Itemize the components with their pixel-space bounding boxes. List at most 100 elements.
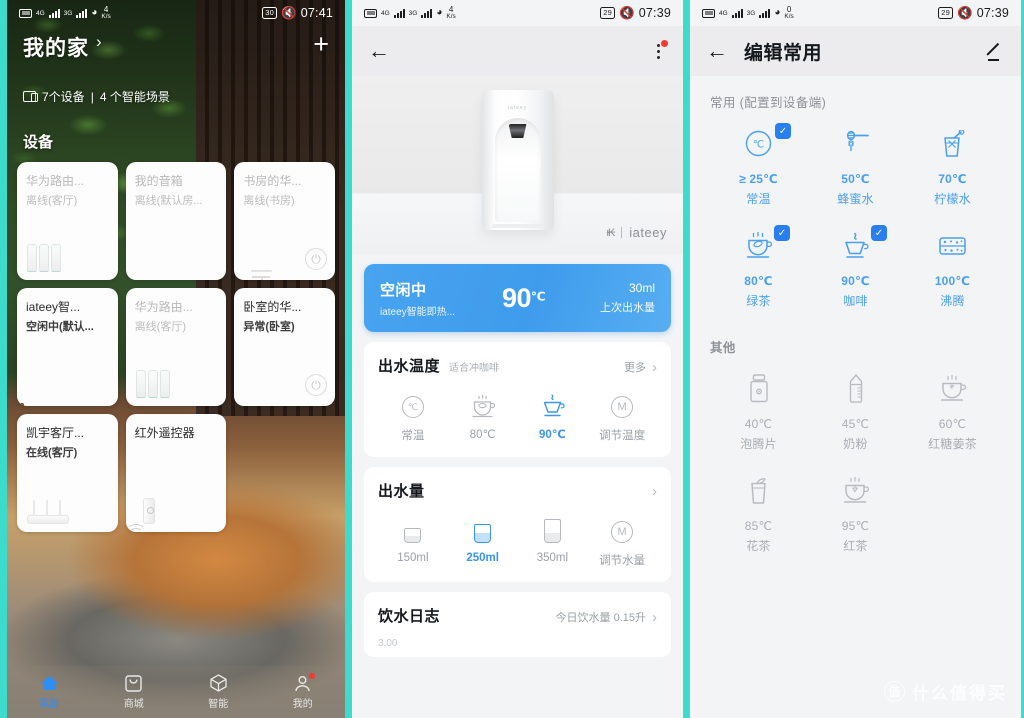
status-bar-right-icons: 29 🔇 07:39 <box>600 6 671 21</box>
volume-option-manual[interactable]: M 调节水量 <box>587 517 657 568</box>
add-device-button[interactable]: + <box>313 31 329 58</box>
favorite-checkbox[interactable]: ✓ <box>871 225 887 241</box>
clock-label: 07:41 <box>300 6 333 20</box>
brand-divider <box>621 227 623 238</box>
network-type-a-label: 4G <box>36 9 45 17</box>
device-name: 书房的华... <box>243 174 302 188</box>
flower-tea-icon <box>747 476 770 510</box>
thermometer-circle-icon: ℃ <box>401 392 424 418</box>
favorite-temp: 50℃ <box>841 172 870 186</box>
status-card-left: 空闲中 iateey智能即热... <box>380 279 455 318</box>
log-more-link[interactable]: 今日饮水量 0.15升 › <box>556 609 657 625</box>
brand-watermark: ᵼ₭ iateey <box>607 225 667 240</box>
temperature-option-room[interactable]: ℃ 常温 <box>378 392 448 443</box>
ginger-tea-icon <box>938 374 967 408</box>
device-card[interactable]: 华为路由... 离线(客厅) <box>125 288 227 406</box>
network-speed-indicator: 0 K/s <box>784 5 794 21</box>
thermometer-circle-icon: ℃ <box>745 130 772 162</box>
devices-section-title: 设备 <box>23 134 54 151</box>
nav-item-profile[interactable]: 我的 <box>261 673 346 710</box>
device-card[interactable]: 红外遥控器 <box>125 414 227 532</box>
volume-option-250[interactable]: 250ml <box>448 517 518 568</box>
device-card[interactable]: 书房的华... 离线(书房) ⏻ <box>234 162 335 280</box>
volume-options: 150ml 250ml 350ml M 调节水量 <box>378 517 657 568</box>
temperature-option-80[interactable]: 80℃ <box>448 392 518 443</box>
nav-item-store[interactable]: 商城 <box>92 674 177 710</box>
nav-item-home[interactable]: 家居 <box>7 674 92 710</box>
other-item-milk-powder[interactable]: 45℃ 奶粉 <box>807 374 904 452</box>
favorite-name: 沸腾 <box>940 294 965 308</box>
favorite-checkbox[interactable]: ✓ <box>774 225 790 241</box>
wifi-icon: ◕ <box>436 7 443 18</box>
home-title[interactable]: 我的家 <box>23 32 89 62</box>
device-status: 异常(卧室) <box>243 321 295 333</box>
favorite-item-coffee[interactable]: ✓ 90℃ 咖啡 <box>807 225 904 309</box>
favorite-temp: 100℃ <box>934 274 971 288</box>
favorite-icon-wrap: ✓ <box>744 225 790 265</box>
favorite-name: 柠檬水 <box>934 192 971 206</box>
back-arrow-icon[interactable]: ← <box>368 40 390 62</box>
coffee-cup-icon <box>841 232 870 264</box>
favorite-checkbox[interactable]: ✓ <box>775 123 791 139</box>
scene-count-label: 4 个智能场景 <box>99 90 170 104</box>
other-item-ginger-tea[interactable]: 60℃ 红糖姜茶 <box>904 374 1001 452</box>
other-icon-wrap <box>845 374 867 408</box>
overflow-menu-button[interactable] <box>649 40 668 61</box>
power-toggle-button[interactable]: ⏻ <box>304 248 327 270</box>
status-card-temperature: 90℃ <box>447 283 600 314</box>
sim-card-icon <box>702 8 715 18</box>
device-card[interactable]: 卧室的华... 异常(卧室) ⏻ <box>234 288 335 406</box>
network-type-a-label: 4G <box>381 9 390 17</box>
favorite-item-lemon-water[interactable]: 70℃ 柠檬水 <box>904 128 1001 207</box>
brand-name-label: iateey <box>629 225 667 240</box>
brand-glyph-icon: ᵼ₭ <box>606 226 616 239</box>
status-bar-panel2: 4G 3G ◕ 4 K/s 29 🔇 07:39 <box>352 0 683 26</box>
coffee-cup-icon <box>540 392 565 418</box>
temperature-option-manual[interactable]: M 调节温度 <box>587 392 657 443</box>
pencil-icon[interactable] <box>985 41 1005 61</box>
temperature-option-90[interactable]: 90℃ <box>518 392 588 443</box>
device-card[interactable]: 凯宇客厅... 在线(客厅) <box>17 414 118 532</box>
device-card[interactable]: 我的音箱 离线(默认房... <box>125 162 227 280</box>
dispenser-tray <box>491 224 544 228</box>
other-item-effervescent-tablet[interactable]: 40℃ 泡腾片 <box>710 374 807 452</box>
nav-item-smart[interactable]: 智能 <box>176 674 261 710</box>
device-status-card[interactable]: 空闲中 iateey智能即热... 90℃ 30ml 上次出水量 <box>364 264 671 332</box>
volume-section-header: 出水量 › <box>378 480 657 501</box>
chevron-right-icon[interactable]: › <box>96 32 102 52</box>
device-status: 离线(客厅) <box>26 195 78 207</box>
volume-option-150[interactable]: 150ml <box>378 517 448 568</box>
screenshot-stage: 4G 3G ◕ 4 K/s 30 🔇 07:41 我的家 › + 7个设备 | … <box>0 0 1024 718</box>
nav-label: 商城 <box>123 699 144 710</box>
last-volume-label: 上次出水量 <box>600 302 655 314</box>
network-speed-unit: K/s <box>446 12 456 20</box>
volume-option-350[interactable]: 350ml <box>518 517 588 568</box>
other-name: 泡腾片 <box>740 437 777 451</box>
back-arrow-icon[interactable]: ← <box>706 40 728 62</box>
volume-more-link[interactable]: › <box>652 484 657 499</box>
network-speed-unit: K/s <box>784 12 794 20</box>
favorite-item-room-temp[interactable]: ℃ ✓ ≥ 25℃ 常温 <box>710 123 807 207</box>
option-label: 350ml <box>536 552 569 564</box>
home-title-row: 我的家 › + <box>23 31 329 62</box>
favorite-item-boiling[interactable]: 100℃ 沸腾 <box>904 231 1001 309</box>
device-status: 离线(默认房... <box>134 195 203 207</box>
favorite-item-green-tea[interactable]: ✓ 80℃ 绿茶 <box>710 225 807 309</box>
device-card[interactable]: 华为路由... 离线(客厅) <box>17 162 118 280</box>
network-type-b-label: 3G <box>63 9 73 17</box>
dispenser-logo-label: iateey <box>507 105 528 111</box>
device-status: 离线(客厅) <box>134 321 186 333</box>
summary-divider: | <box>90 89 94 104</box>
water-log-section[interactable]: 饮水日志 今日饮水量 0.15升 › 3.00 <box>364 592 671 657</box>
favorite-item-honey-water[interactable]: 50℃ 蜂蜜水 <box>807 129 904 207</box>
other-item-flower-tea[interactable]: 85℃ 花茶 <box>710 476 807 554</box>
favorites-grid: ℃ ✓ ≥ 25℃ 常温 50℃ 蜂蜜水 70℃ 柠檬水 ✓ 80℃ 绿茶 ✓ … <box>710 123 1001 309</box>
site-watermark: 值 什么值得买 <box>884 679 1007 704</box>
more-link[interactable]: 更多 › <box>624 359 657 375</box>
other-item-black-tea[interactable]: 95℃ 红茶 <box>807 476 904 554</box>
device-name: 卧室的华... <box>243 300 302 314</box>
other-temp: 95℃ <box>841 519 870 533</box>
device-card[interactable]: iateey智... 空闲中(默认... <box>17 288 118 406</box>
volume-section: 出水量 › 150ml 250ml 350ml M 调节水量 <box>364 467 671 582</box>
power-toggle-button[interactable]: ⏻ <box>304 374 327 396</box>
